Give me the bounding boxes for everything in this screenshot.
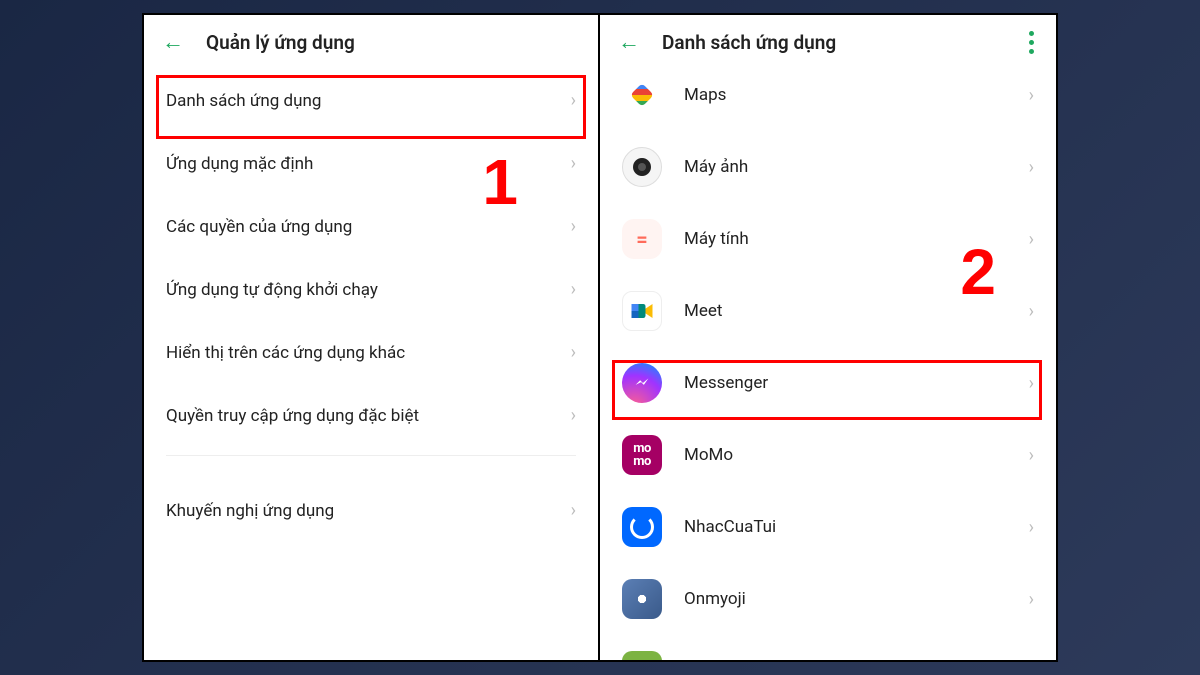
camera-icon	[622, 147, 662, 187]
row-label: Hiển thị trên các ứng dụng khác	[166, 343, 405, 363]
phone-screen-2: ← Danh sách ứng dụng Maps › Máy ảnh › = …	[600, 15, 1056, 660]
chevron-right-icon: ›	[571, 90, 576, 111]
settings-list: Danh sách ứng dụng › Ứng dụng mặc định ›…	[144, 69, 598, 542]
app-row-momo[interactable]: mo mo MoMo ›	[618, 419, 1038, 491]
chevron-right-icon: ›	[1029, 517, 1034, 538]
chevron-right-icon: ›	[1029, 373, 1034, 394]
app-label: Máy tính	[684, 229, 1007, 249]
row-label: Quyền truy cập ứng dụng đặc biệt	[166, 406, 419, 426]
maps-icon	[622, 75, 662, 115]
app-row-camera[interactable]: Máy ảnh ›	[618, 131, 1038, 203]
row-app-permissions[interactable]: Các quyền của ứng dụng ›	[162, 195, 580, 258]
chevron-right-icon: ›	[1029, 229, 1034, 250]
row-label: Danh sách ứng dụng	[166, 91, 321, 111]
chevron-right-icon: ›	[1029, 589, 1034, 610]
chevron-right-icon: ›	[571, 279, 576, 300]
chevron-right-icon: ›	[1029, 85, 1034, 106]
app-label: Onmyoji	[684, 589, 1007, 609]
app-label: Meet	[684, 301, 1007, 321]
page-title-1: Quản lý ứng dụng	[206, 31, 355, 54]
app-list: Maps › Máy ảnh › = Máy tính › Meet ›	[600, 59, 1056, 660]
app-label: Messenger	[684, 373, 1007, 393]
chevron-right-icon: ›	[571, 405, 576, 426]
calculator-icon: =	[622, 219, 662, 259]
row-default-apps[interactable]: Ứng dụng mặc định ›	[162, 132, 580, 195]
app-row-calculator[interactable]: = Máy tính ›	[618, 203, 1038, 275]
messenger-icon	[622, 363, 662, 403]
app-label: Máy ảnh	[684, 157, 1007, 177]
chevron-right-icon: ›	[1029, 301, 1034, 322]
row-app-list[interactable]: Danh sách ứng dụng ›	[162, 69, 580, 132]
app-row-onmyoji[interactable]: Onmyoji ›	[618, 563, 1038, 635]
app-row-nhaccuatui[interactable]: NhacCuaTui ›	[618, 491, 1038, 563]
chevron-right-icon: ›	[1029, 445, 1034, 466]
more-vertical-icon[interactable]	[1029, 31, 1034, 54]
row-label: Ứng dụng tự động khởi chạy	[166, 280, 378, 300]
row-app-recommend[interactable]: Khuyến nghị ứng dụng ›	[162, 479, 580, 542]
row-display-over[interactable]: Hiển thị trên các ứng dụng khác ›	[162, 321, 580, 384]
row-label: Khuyến nghị ứng dụng	[166, 501, 334, 521]
row-special-access[interactable]: Quyền truy cập ứng dụng đặc biệt ›	[162, 384, 580, 447]
chevron-right-icon: ›	[571, 153, 576, 174]
onmyoji-icon	[622, 579, 662, 619]
tutorial-container: ← Quản lý ứng dụng Danh sách ứng dụng › …	[142, 13, 1058, 662]
page-title-2: Danh sách ứng dụng	[662, 31, 836, 54]
row-label: Các quyền của ứng dụng	[166, 217, 352, 237]
app-row-meet[interactable]: Meet ›	[618, 275, 1038, 347]
row-label: Ứng dụng mặc định	[166, 154, 313, 174]
app-row-maps[interactable]: Maps ›	[618, 59, 1038, 131]
back-arrow-icon[interactable]: ←	[618, 29, 640, 55]
row-autostart[interactable]: Ứng dụng tự động khởi chạy ›	[162, 258, 580, 321]
ontap-icon	[622, 651, 662, 660]
chevron-right-icon: ›	[571, 216, 576, 237]
header-2: ← Danh sách ứng dụng	[600, 15, 1056, 69]
nhaccuatui-icon	[622, 507, 662, 547]
chevron-right-icon: ›	[1029, 157, 1034, 178]
chevron-right-icon: ›	[571, 500, 576, 521]
app-row-ontap[interactable]: ontap1 ›	[618, 635, 1038, 660]
divider	[166, 455, 576, 479]
header-1: ← Quản lý ứng dụng	[144, 15, 598, 69]
chevron-right-icon: ›	[571, 342, 576, 363]
app-label: MoMo	[684, 445, 1007, 465]
app-label: Maps	[684, 85, 1007, 105]
back-arrow-icon[interactable]: ←	[162, 29, 184, 55]
phone-screen-1: ← Quản lý ứng dụng Danh sách ứng dụng › …	[144, 15, 600, 660]
app-label: NhacCuaTui	[684, 517, 1007, 537]
meet-icon	[622, 291, 662, 331]
app-row-messenger[interactable]: Messenger ›	[618, 347, 1038, 419]
momo-icon: mo mo	[622, 435, 662, 475]
